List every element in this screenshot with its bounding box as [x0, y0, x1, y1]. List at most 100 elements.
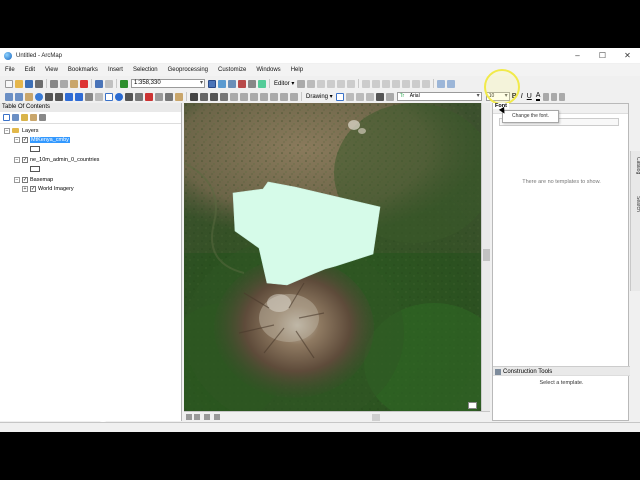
html-popup-icon[interactable] — [155, 92, 163, 101]
python-icon[interactable] — [248, 79, 256, 88]
menu-selection[interactable]: Selection — [128, 67, 163, 73]
italic-button[interactable]: I — [521, 93, 523, 100]
time-slider-icon[interactable] — [165, 92, 173, 101]
redo-icon[interactable] — [105, 79, 113, 88]
scrollbar-thumb[interactable] — [483, 249, 490, 261]
print-icon[interactable] — [35, 79, 43, 88]
text-tool-icon[interactable] — [375, 92, 384, 101]
layer-symbol[interactable] — [0, 144, 181, 153]
refresh-icon[interactable] — [204, 414, 210, 420]
binoculars-icon[interactable] — [190, 92, 198, 101]
list-by-drawing-order-icon[interactable] — [3, 114, 10, 121]
close-button[interactable]: ✕ — [615, 48, 640, 63]
menu-geoprocessing[interactable]: Geoprocessing — [163, 67, 213, 73]
open-folder-icon[interactable] — [15, 79, 23, 88]
fixed-zoom-in-icon[interactable] — [45, 92, 53, 101]
polygon-symbol-swatch[interactable] — [30, 165, 40, 172]
open-time-slider-icon[interactable] — [220, 92, 228, 101]
layout-tool-icon[interactable] — [230, 92, 238, 101]
horizontal-scroll-thumb[interactable] — [372, 414, 380, 421]
layer-name[interactable]: ne_10m_admin_0_countries — [30, 157, 99, 163]
zoom-out-icon[interactable] — [15, 92, 23, 101]
go-back-icon[interactable] — [65, 92, 73, 101]
go-forward-icon[interactable] — [75, 92, 83, 101]
undo-icon[interactable] — [95, 79, 103, 88]
layers-node[interactable]: − Layers — [0, 126, 181, 135]
collapse-icon[interactable]: − — [14, 156, 20, 163]
map-view[interactable] — [184, 103, 481, 411]
menu-help[interactable]: Help — [286, 67, 308, 73]
select-elements-drawing-icon[interactable] — [335, 92, 344, 101]
arctoolbox-icon[interactable] — [238, 79, 246, 88]
rectangle-icon[interactable] — [365, 92, 374, 101]
rotate-tool-icon[interactable] — [402, 79, 411, 88]
map-scale-dropdown[interactable]: 1:358,330 — [131, 79, 205, 88]
reshape-feature-icon[interactable] — [372, 79, 381, 88]
fill-color-icon[interactable] — [543, 92, 550, 101]
basemap-label[interactable]: Basemap — [30, 177, 53, 183]
graphics-icon[interactable] — [290, 92, 298, 101]
rotate-icon[interactable] — [345, 92, 354, 101]
delete-icon[interactable] — [80, 79, 88, 88]
swipe-icon[interactable] — [250, 92, 258, 101]
georef-icon[interactable] — [270, 92, 278, 101]
measure-icon[interactable] — [135, 92, 143, 101]
menu-bookmarks[interactable]: Bookmarks — [63, 67, 103, 73]
underline-button[interactable]: U — [527, 93, 532, 100]
attributes-icon[interactable] — [412, 79, 421, 88]
layout-view-icon[interactable] — [194, 414, 200, 420]
map-overview-icon[interactable] — [468, 402, 477, 409]
end-point-arc-icon[interactable] — [327, 79, 336, 88]
edit-annotation-icon[interactable] — [307, 79, 316, 88]
layer-symbol[interactable] — [0, 164, 181, 173]
drawing-menu[interactable]: Drawing ▾ — [304, 93, 335, 100]
editor-toolbar-icon[interactable] — [208, 79, 216, 88]
find-route-icon[interactable] — [200, 92, 208, 101]
labeling-icon[interactable] — [280, 92, 288, 101]
menu-customize[interactable]: Customize — [213, 67, 251, 73]
create-viewer-window-icon[interactable] — [175, 92, 183, 101]
find-icon[interactable] — [125, 92, 133, 101]
toolbar-options-icon[interactable] — [447, 79, 456, 88]
layer-visibility-checkbox[interactable]: ✓ — [22, 136, 28, 143]
collapse-icon[interactable]: − — [14, 176, 20, 183]
sketch-properties-icon[interactable] — [422, 79, 431, 88]
basemap-layer-name[interactable]: World Imagery — [38, 186, 74, 192]
map-vertical-scrollbar[interactable] — [481, 103, 490, 411]
clear-selection-icon[interactable] — [95, 92, 103, 101]
split-tool-icon[interactable] — [392, 79, 401, 88]
fixed-zoom-out-icon[interactable] — [55, 92, 63, 101]
menu-windows[interactable]: Windows — [251, 67, 285, 73]
model-builder-icon[interactable] — [258, 79, 266, 88]
create-features-icon[interactable] — [437, 79, 446, 88]
cut-icon[interactable] — [50, 79, 58, 88]
basemap-visibility-checkbox[interactable]: ✓ — [22, 176, 28, 183]
layer-name[interactable]: MtKenya_cmby — [30, 136, 70, 143]
expand-icon[interactable]: + — [22, 185, 28, 192]
paste-icon[interactable] — [70, 79, 78, 88]
table-of-contents-icon[interactable] — [218, 79, 226, 88]
pause-drawing-icon[interactable] — [214, 414, 220, 420]
edit-tool-icon[interactable] — [297, 79, 306, 88]
marker-color-icon[interactable] — [559, 92, 566, 101]
layer-visibility-checkbox[interactable]: ✓ — [30, 185, 36, 192]
list-by-source-icon[interactable] — [12, 114, 19, 121]
point-icon[interactable] — [347, 79, 356, 88]
catalog-tab[interactable]: Catalog — [631, 157, 640, 174]
edit-vertices-drawing-icon[interactable] — [385, 92, 394, 101]
layer-visibility-checkbox[interactable]: ✓ — [22, 156, 28, 163]
select-elements-icon[interactable] — [105, 92, 113, 101]
cut-polygons-icon[interactable] — [382, 79, 391, 88]
basemap-node[interactable]: − ✓ Basemap — [0, 175, 181, 184]
save-icon[interactable] — [25, 79, 33, 88]
collapse-icon[interactable]: − — [14, 136, 20, 143]
add-data-icon[interactable] — [120, 79, 128, 88]
maximize-button[interactable]: ☐ — [590, 48, 615, 63]
search-tab[interactable]: Search — [631, 196, 640, 212]
layer-item[interactable]: − ✓ ne_10m_admin_0_countries — [0, 155, 181, 164]
menu-edit[interactable]: Edit — [20, 67, 40, 73]
go-to-xy-icon[interactable] — [210, 92, 218, 101]
minimize-button[interactable]: – — [565, 48, 590, 63]
basemap-layer-item[interactable]: + ✓ World Imagery — [0, 184, 181, 193]
font-dropdown[interactable]: Arial — [396, 92, 482, 101]
